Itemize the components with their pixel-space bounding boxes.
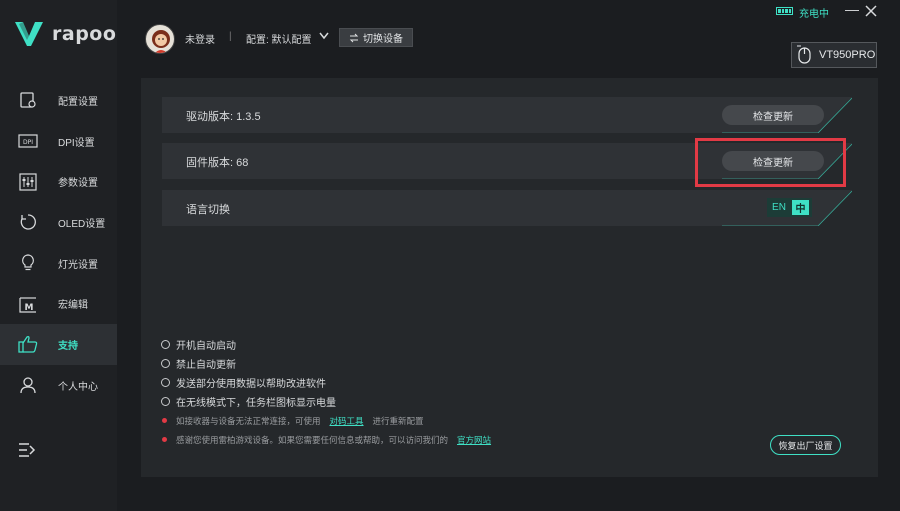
option-battery-tray[interactable]: 在无线模式下，任务栏图标显示电量 (161, 392, 494, 411)
switch-device-label: 切换设备 (363, 34, 403, 45)
language-label: 语言切换 (186, 204, 230, 216)
device-badge[interactable]: VT950PRO (791, 42, 877, 68)
highlight-box (695, 138, 846, 187)
sidebar-item-support[interactable]: 支持 (0, 324, 117, 365)
firmware-version-label: 固件版本: 68 (186, 157, 249, 169)
sidebar-item-label: DPI设置 (58, 137, 95, 149)
check-driver-update-button[interactable]: 检查更新 (722, 105, 824, 125)
user-icon (18, 375, 38, 395)
note-text: 感谢您使用雷柏游戏设备。如果您需要任何信息或帮助，可以访问我们的 (176, 434, 449, 445)
thanks-note: 感谢您使用雷柏游戏设备。如果您需要任何信息或帮助，可以访问我们的 官方网站 (161, 430, 494, 449)
language-row: 语言切换 EN 中 (162, 190, 852, 226)
charging-status: 充电中 (799, 9, 829, 20)
option-auto-start[interactable]: 开机自动启动 (161, 335, 494, 354)
macro-icon: M (18, 294, 38, 314)
sidebar-item-label: 个人中心 (58, 381, 98, 393)
option-send-usage[interactable]: 发送部分使用数据以帮助改进软件 (161, 373, 494, 392)
sidebar-item-label: 参数设置 (58, 178, 98, 190)
options-list: 开机自动启动 禁止自动更新 发送部分使用数据以帮助改进软件 在无线模式下，任务栏… (161, 335, 494, 449)
oled-icon (18, 212, 38, 232)
sliders-icon (18, 172, 38, 192)
note-dot (162, 437, 167, 442)
option-label: 禁止自动更新 (176, 360, 236, 371)
pairing-tool-link[interactable]: 对码工具 (330, 415, 364, 427)
sidebar-item-config[interactable]: 配置设置 (0, 80, 117, 121)
sidebar-nav: 配置设置 DPI DPI设置 参数设置 OLED设置 灯光设置 M 宏编辑 支持… (0, 80, 117, 406)
pairing-note: 如接收器与设备无法正常连接，可使用 对码工具 进行重新配置 (161, 411, 494, 430)
sidebar-item-label: 配置设置 (58, 96, 98, 108)
sidebar-item-dpi[interactable]: DPI DPI设置 (0, 121, 117, 162)
switch-device-button[interactable]: 切换设备 (339, 28, 413, 47)
sidebar-item-params[interactable]: 参数设置 (0, 161, 117, 202)
config-settings-icon (18, 90, 38, 110)
option-label: 开机自动启动 (176, 341, 236, 352)
rapoo-v-icon (15, 22, 43, 46)
sidebar: rapoo 配置设置 DPI DPI设置 参数设置 OLED设置 灯光设置 M … (0, 0, 117, 511)
factory-reset-button[interactable]: 恢复出厂设置 (770, 435, 841, 455)
sidebar-item-profile[interactable]: 个人中心 (0, 365, 117, 406)
sidebar-item-label: 宏编辑 (58, 300, 88, 312)
collapse-menu-icon[interactable] (18, 441, 36, 459)
svg-text:DPI: DPI (23, 139, 33, 146)
sidebar-item-macro[interactable]: M 宏编辑 (0, 283, 117, 324)
sidebar-item-label: OLED设置 (58, 218, 106, 230)
device-name: VT950PRO (819, 49, 876, 61)
avatar[interactable] (145, 24, 175, 54)
logo-text: rapoo (52, 23, 117, 45)
option-disable-update[interactable]: 禁止自动更新 (161, 354, 494, 373)
lang-en-option[interactable]: EN (769, 202, 789, 213)
close-icon[interactable] (864, 4, 878, 18)
note-text: 如接收器与设备无法正常连接，可使用 (176, 415, 321, 426)
mouse-icon (797, 45, 811, 64)
thumbs-up-icon (18, 334, 38, 354)
note-text: 进行重新配置 (372, 415, 424, 426)
sidebar-item-oled[interactable]: OLED设置 (0, 202, 117, 243)
svg-text:M: M (25, 303, 34, 313)
official-site-link[interactable]: 官方网站 (457, 434, 491, 446)
minimize-button[interactable]: — (845, 2, 859, 16)
radio-button[interactable] (161, 359, 170, 368)
row-background (162, 190, 852, 226)
radio-button[interactable] (161, 397, 170, 406)
lightbulb-icon (18, 253, 38, 273)
login-status[interactable]: 未登录 (185, 31, 215, 46)
option-label: 在无线模式下，任务栏图标显示电量 (176, 398, 336, 409)
dpi-icon: DPI (18, 131, 38, 151)
sidebar-item-label: 支持 (58, 340, 78, 352)
swap-icon (349, 33, 359, 42)
chevron-down-icon[interactable] (319, 32, 329, 40)
sidebar-item-label: 灯光设置 (58, 259, 98, 271)
sidebar-item-lighting[interactable]: 灯光设置 (0, 243, 117, 284)
lang-zh-option[interactable]: 中 (792, 200, 809, 215)
rapoo-logo: rapoo (14, 20, 116, 48)
header-separator: | (229, 31, 232, 42)
config-selector[interactable]: 配置: 默认配置 (246, 31, 312, 46)
radio-button[interactable] (161, 378, 170, 387)
battery-icon (776, 7, 793, 15)
note-dot (162, 418, 167, 423)
driver-version-row: 驱动版本: 1.3.5 检查更新 (162, 97, 852, 133)
driver-version-label: 驱动版本: 1.3.5 (186, 111, 261, 123)
option-label: 发送部分使用数据以帮助改进软件 (176, 379, 326, 390)
language-toggle[interactable]: EN 中 (767, 198, 812, 217)
radio-button[interactable] (161, 340, 170, 349)
